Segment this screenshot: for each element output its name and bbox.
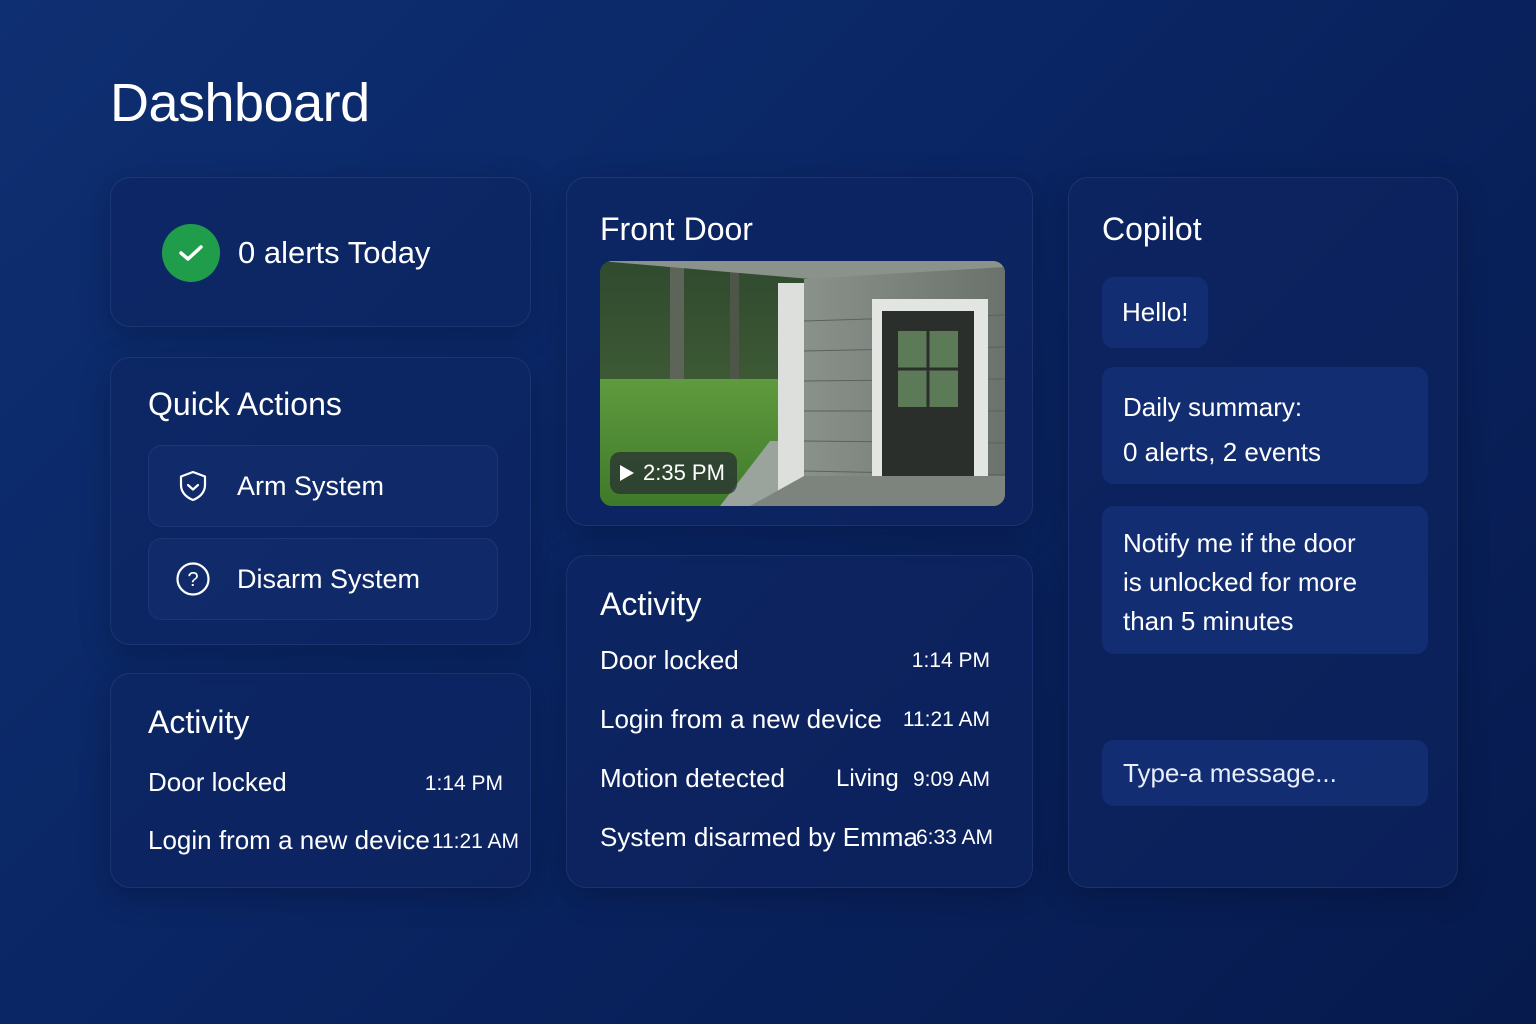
- activity-event: Door locked: [600, 645, 739, 675]
- activity-time: 1:14 PM: [911, 649, 990, 672]
- front-door-card: Front Door 2:35 PM: [566, 177, 1033, 526]
- copilot-card: Copilot Hello! Daily summary: 0 alerts, …: [1068, 177, 1458, 888]
- chat-message-line: is unlocked for more: [1123, 567, 1358, 597]
- camera-timestamp-badge[interactable]: 2:35 PM: [610, 452, 737, 494]
- play-icon: [620, 465, 634, 481]
- chat-message-line: Notify me if the door: [1123, 528, 1356, 558]
- activity-time: 6:33 AM: [915, 826, 993, 849]
- activity-time: 11:21 AM: [902, 708, 990, 731]
- copilot-title: Copilot: [1102, 211, 1202, 247]
- activity-card-left: Activity Door locked 1:14 PM Login from …: [110, 673, 531, 888]
- check-icon: [162, 224, 220, 282]
- message-input[interactable]: [1102, 740, 1428, 806]
- quick-actions-title: Quick Actions: [148, 386, 342, 422]
- front-door-title: Front Door: [600, 211, 753, 247]
- shield-icon: [175, 468, 211, 504]
- disarm-system-label: Disarm System: [237, 563, 421, 594]
- activity-time: 9:09 AM: [912, 768, 990, 791]
- activity-title: Activity: [148, 704, 250, 740]
- arm-system-label: Arm System: [237, 470, 385, 501]
- activity-time: 11:21 AM: [431, 830, 519, 853]
- arm-system-button[interactable]: Arm System: [148, 445, 498, 527]
- activity-event: Login from a new device: [600, 704, 882, 734]
- chat-message: Notify me if the door is unlocked for mo…: [1102, 506, 1428, 654]
- chat-message-line: Daily summary:: [1123, 392, 1303, 422]
- camera-timestamp: 2:35 PM: [643, 460, 725, 485]
- activity-card-middle: Activity Door locked 1:14 PM Login from …: [566, 555, 1033, 888]
- chat-message-line: than 5 minutes: [1123, 606, 1294, 636]
- quick-actions-card: Quick Actions Arm System ? Disarm System: [110, 357, 531, 645]
- camera-feed[interactable]: 2:35 PM: [600, 261, 1005, 506]
- chat-message: Daily summary: 0 alerts, 2 events: [1102, 367, 1428, 484]
- activity-event: System disarmed by Emma: [600, 822, 918, 852]
- activity-event: Door locked: [148, 767, 287, 797]
- activity-location: Living: [836, 765, 899, 792]
- page-title: Dashboard: [110, 73, 370, 133]
- help-circle-icon: ?: [175, 561, 211, 597]
- activity-title: Activity: [600, 586, 702, 622]
- activity-time: 1:14 PM: [424, 772, 503, 795]
- svg-text:?: ?: [187, 569, 198, 591]
- alerts-summary: 0 alerts Today: [238, 235, 431, 270]
- chat-message: Hello!: [1102, 277, 1209, 348]
- chat-message-line: 0 alerts, 2 events: [1123, 437, 1321, 468]
- activity-event: Login from a new device: [148, 825, 430, 855]
- alerts-card: 0 alerts Today: [110, 177, 531, 327]
- activity-event: Motion detected: [600, 763, 786, 793]
- disarm-system-button[interactable]: ? Disarm System: [148, 538, 498, 620]
